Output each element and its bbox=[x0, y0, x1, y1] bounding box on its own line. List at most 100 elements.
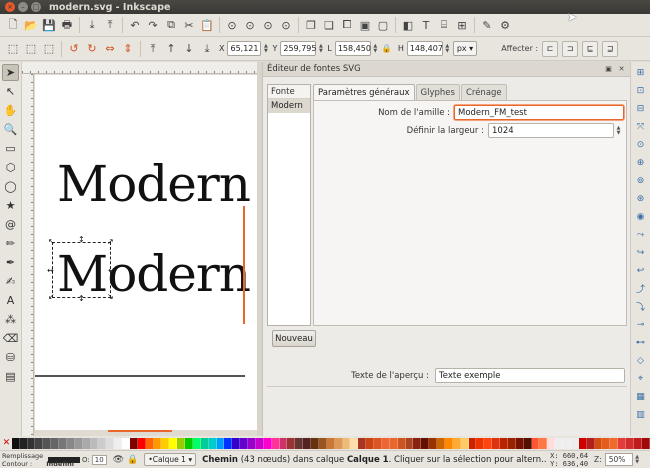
text-font-icon[interactable]: T bbox=[418, 17, 434, 33]
palette-swatch[interactable] bbox=[295, 437, 304, 449]
width-field[interactable]: 158,450 bbox=[334, 41, 371, 56]
scale-handle-bottom-right[interactable]: ↘ bbox=[107, 293, 114, 301]
zoom-selection-icon[interactable]: ⊙ bbox=[224, 17, 240, 33]
palette-swatch[interactable] bbox=[437, 437, 445, 449]
node-tool-icon[interactable]: ↖ bbox=[2, 83, 19, 100]
palette-swatch[interactable] bbox=[90, 437, 99, 449]
document-properties-icon[interactable]: ⚙ bbox=[497, 17, 513, 33]
snap-toggle-icon[interactable]: ⊟ bbox=[633, 101, 648, 116]
snap-toggle-icon[interactable]: ⤴ bbox=[633, 281, 648, 296]
palette-swatch[interactable] bbox=[200, 437, 209, 449]
palette-swatch[interactable] bbox=[318, 437, 327, 449]
undo-icon[interactable]: ↶ bbox=[127, 17, 143, 33]
zoom-page-icon[interactable]: ⊙ bbox=[260, 17, 276, 33]
tweak-tool-icon[interactable]: ✋ bbox=[2, 102, 19, 119]
scale-handle-bottom-left[interactable]: ↙ bbox=[48, 293, 55, 301]
clone-icon[interactable]: ❏ bbox=[321, 17, 337, 33]
pencil-tool-icon[interactable]: ✏ bbox=[2, 235, 19, 252]
snap-toggle-icon[interactable]: ⊕ bbox=[633, 155, 648, 170]
palette-swatch[interactable] bbox=[27, 437, 36, 449]
palette-swatch[interactable] bbox=[82, 437, 91, 449]
print-icon[interactable]: 🖶 bbox=[59, 17, 75, 33]
duplicate-icon[interactable]: ❐ bbox=[303, 17, 319, 33]
palette-swatch[interactable] bbox=[334, 437, 343, 449]
bucket-tool-icon[interactable]: ⛁ bbox=[2, 349, 19, 366]
lower-icon[interactable]: ↓ bbox=[181, 41, 197, 57]
close-window-button[interactable]: × bbox=[5, 2, 15, 12]
tab-kerning[interactable]: Crénage bbox=[460, 84, 507, 100]
affect-corners-button[interactable]: ⊐ bbox=[562, 40, 579, 57]
ellipse-tool-icon[interactable]: ◯ bbox=[2, 178, 19, 195]
dialog-close-icon[interactable]: ✕ bbox=[617, 65, 626, 74]
snap-toggle-icon[interactable]: ◉ bbox=[633, 209, 648, 224]
rotate-cw-icon[interactable]: ↻ bbox=[84, 41, 100, 57]
palette-swatch[interactable] bbox=[405, 437, 414, 449]
affect-stroke-width-button[interactable]: ⊏ bbox=[542, 40, 559, 57]
palette-swatch[interactable] bbox=[602, 437, 611, 449]
zoom-spinner[interactable]: ▲ ▼ bbox=[634, 453, 641, 466]
palette-swatch[interactable] bbox=[397, 437, 406, 449]
palette-swatch[interactable] bbox=[279, 437, 288, 449]
palette-swatch[interactable] bbox=[484, 437, 493, 449]
palette-swatch[interactable] bbox=[633, 437, 642, 449]
maximize-window-button[interactable]: □ bbox=[31, 2, 41, 12]
font-list-header[interactable]: Fonte bbox=[268, 85, 310, 99]
palette-swatch[interactable] bbox=[106, 437, 115, 449]
palette-swatch[interactable] bbox=[413, 437, 422, 449]
font-list-item[interactable]: Modern bbox=[268, 99, 310, 113]
palette-swatch[interactable] bbox=[216, 437, 225, 449]
snap-toggle-icon[interactable]: ⊛ bbox=[633, 191, 648, 206]
set-width-spinner[interactable]: ▲ ▼ bbox=[615, 124, 622, 137]
layer-lock-icon[interactable]: 🔒 bbox=[127, 455, 138, 465]
y-spinner[interactable]: ▲ ▼ bbox=[317, 42, 324, 55]
palette-swatch[interactable] bbox=[547, 437, 556, 449]
palette-swatch[interactable] bbox=[311, 437, 319, 449]
zoom-field[interactable]: 50% bbox=[604, 453, 633, 466]
palette-swatch[interactable] bbox=[618, 437, 627, 449]
horizontal-scrollbar[interactable] bbox=[108, 430, 172, 432]
palette-swatch[interactable] bbox=[161, 437, 170, 449]
palette-swatch[interactable] bbox=[515, 437, 524, 449]
new-font-button[interactable]: Nouveau bbox=[272, 330, 316, 347]
palette-swatch[interactable] bbox=[74, 437, 83, 449]
flip-vertical-icon[interactable]: ⇕ bbox=[120, 41, 136, 57]
scale-handle-top-right[interactable]: ↗ bbox=[107, 238, 114, 246]
palette-swatch[interactable] bbox=[185, 437, 193, 449]
palette-swatch[interactable] bbox=[358, 437, 367, 449]
palette-swatch[interactable] bbox=[452, 437, 461, 449]
snap-toggle-icon[interactable]: ⊡ bbox=[633, 83, 648, 98]
y-field[interactable]: 259,795 bbox=[280, 41, 316, 56]
palette-swatch[interactable] bbox=[66, 437, 75, 449]
rect-tool-icon[interactable]: ▭ bbox=[2, 140, 19, 157]
calligraphy-tool-icon[interactable]: ✍ bbox=[2, 273, 19, 290]
lower-to-bottom-icon[interactable]: ⤓ bbox=[199, 41, 215, 57]
tab-general-settings[interactable]: Paramètres généraux bbox=[313, 84, 415, 100]
snap-toggle-icon[interactable]: ⌖ bbox=[633, 371, 648, 386]
palette-swatch[interactable] bbox=[255, 437, 264, 449]
snap-toggle-icon[interactable]: ⊷ bbox=[633, 335, 648, 350]
palette-swatch[interactable] bbox=[224, 437, 233, 449]
text-object-modern[interactable]: Modern bbox=[57, 155, 251, 213]
palette-swatch[interactable] bbox=[271, 437, 280, 449]
palette-swatch[interactable] bbox=[35, 437, 44, 449]
palette-swatch[interactable] bbox=[476, 437, 485, 449]
palette-swatch[interactable] bbox=[248, 437, 256, 449]
palette-swatch[interactable] bbox=[169, 437, 178, 449]
scale-handle-top[interactable]: ↕ bbox=[78, 236, 85, 244]
palette-swatch[interactable] bbox=[610, 437, 619, 449]
palette-swatch[interactable] bbox=[59, 437, 67, 449]
copy-icon[interactable]: ⧉ bbox=[163, 17, 179, 33]
palette-swatch[interactable] bbox=[326, 437, 335, 449]
lock-icon[interactable]: 🔒 bbox=[382, 44, 392, 53]
palette-swatch[interactable] bbox=[51, 437, 60, 449]
palette-swatch[interactable] bbox=[11, 437, 20, 449]
fill-stroke-icon[interactable]: ◧ bbox=[400, 17, 416, 33]
star-tool-icon[interactable]: ★ bbox=[2, 197, 19, 214]
scale-handle-left[interactable]: ↔ bbox=[47, 267, 54, 275]
snap-toggle-icon[interactable]: ◇ bbox=[633, 353, 648, 368]
palette-swatch[interactable] bbox=[563, 437, 571, 449]
height-field[interactable]: 148,407 bbox=[406, 41, 443, 56]
snap-toggle-icon[interactable]: ⊸ bbox=[633, 317, 648, 332]
import-icon[interactable]: ⤓ bbox=[84, 17, 100, 33]
x-spinner[interactable]: ▲ ▼ bbox=[262, 42, 269, 55]
